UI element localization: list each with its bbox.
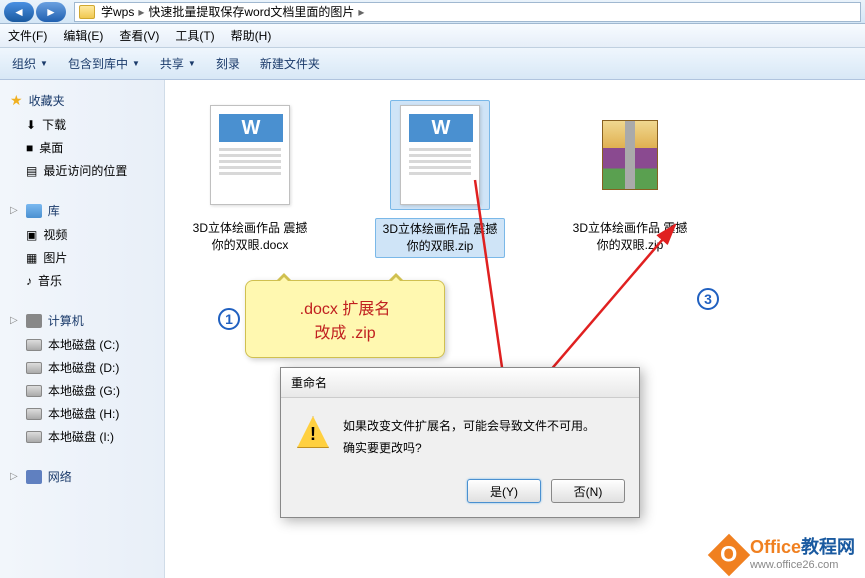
dialog-body: ! 如果改变文件扩展名，可能会导致文件不可用。 确实要更改吗? <box>281 398 639 471</box>
toolbar-burn[interactable]: 刻录 <box>216 55 240 72</box>
forward-button[interactable]: ► <box>36 2 66 22</box>
desktop-icon: ■ <box>26 141 33 155</box>
dialog-buttons: 是(Y) 否(N) <box>281 471 639 517</box>
file-item-zip[interactable]: 3D立体绘画作品 震撼你的双眼.zip <box>565 100 695 256</box>
sidebar-item-recent[interactable]: ▤最近访问的位置 <box>4 159 160 182</box>
breadcrumb-seg[interactable]: 学wps <box>101 3 134 20</box>
breadcrumb-seg[interactable]: 快速批量提取保存word文档里面的图片 <box>148 3 354 20</box>
callout-line2: 改成 .zip <box>262 319 428 343</box>
file-label[interactable]: 3D立体绘画作品 震撼你的双眼.zip <box>375 218 505 258</box>
sidebar-item-drive-i[interactable]: 本地磁盘 (I:) <box>4 425 160 448</box>
folder-icon <box>79 5 95 19</box>
menu-help[interactable]: 帮助(H) <box>231 27 272 44</box>
sidebar: ★收藏夹 ⬇下载 ■桌面 ▤最近访问的位置 ▷库 ▣视频 ▦图片 ♪音乐 ▷计算… <box>0 80 165 578</box>
nav-header-favorites[interactable]: ★收藏夹 <box>4 88 160 113</box>
sidebar-item-drive-c[interactable]: 本地磁盘 (C:) <box>4 333 160 356</box>
file-label: 3D立体绘画作品 震撼你的双眼.zip <box>565 218 695 256</box>
sidebar-item-drive-h[interactable]: 本地磁盘 (H:) <box>4 402 160 425</box>
file-item-docx[interactable]: W 3D立体绘画作品 震撼你的双眼.docx <box>185 100 315 256</box>
nav-header-libraries[interactable]: ▷库 <box>4 198 160 223</box>
file-item-zip-renaming[interactable]: W 3D立体绘画作品 震撼你的双眼.zip <box>375 100 505 258</box>
menubar: 文件(F) 编辑(E) 查看(V) 工具(T) 帮助(H) <box>0 24 865 48</box>
nav-header-computer[interactable]: ▷计算机 <box>4 308 160 333</box>
watermark-logo-icon: O <box>708 533 750 575</box>
nav-computer: ▷计算机 本地磁盘 (C:) 本地磁盘 (D:) 本地磁盘 (G:) 本地磁盘 … <box>4 308 160 448</box>
file-icon: W <box>390 100 490 210</box>
computer-icon <box>26 314 42 328</box>
watermark: O Office教程网 www.office26.com <box>714 537 855 572</box>
warning-icon: ! <box>297 416 329 448</box>
archive-icon <box>602 120 658 190</box>
nav-network: ▷网络 <box>4 464 160 489</box>
step-badge-3: 3 <box>697 288 719 310</box>
watermark-brand: Office教程网 <box>750 537 855 559</box>
breadcrumb: 学wps ▸ 快速批量提取保存word文档里面的图片 ▸ <box>101 3 364 20</box>
dialog-title: 重命名 <box>281 368 639 398</box>
menu-file[interactable]: 文件(F) <box>8 27 47 44</box>
toolbar: 组织▼ 包含到库中▼ 共享▼ 刻录 新建文件夹 <box>0 48 865 80</box>
docx-icon: W <box>210 105 290 205</box>
dialog-msg2: 确实要更改吗? <box>343 438 623 460</box>
dialog-msg1: 如果改变文件扩展名，可能会导致文件不可用。 <box>343 416 623 438</box>
file-icon: W <box>200 100 300 210</box>
address-bar[interactable]: 学wps ▸ 快速批量提取保存word文档里面的图片 ▸ <box>74 2 861 22</box>
file-icon <box>580 100 680 210</box>
yes-button[interactable]: 是(Y) <box>467 479 541 503</box>
video-icon: ▣ <box>26 228 37 242</box>
library-icon <box>26 204 42 218</box>
watermark-url: www.office26.com <box>750 559 855 572</box>
download-icon: ⬇ <box>26 118 36 132</box>
nav-libraries: ▷库 ▣视频 ▦图片 ♪音乐 <box>4 198 160 292</box>
breadcrumb-separator-icon: ▸ <box>138 5 144 19</box>
toolbar-include[interactable]: 包含到库中▼ <box>68 55 140 72</box>
dialog-text: 如果改变文件扩展名，可能会导致文件不可用。 确实要更改吗? <box>343 416 623 459</box>
recent-icon: ▤ <box>26 164 37 178</box>
toolbar-newfolder[interactable]: 新建文件夹 <box>260 55 320 72</box>
callout-annotation: .docx 扩展名 改成 .zip <box>245 280 445 358</box>
expand-icon: ▷ <box>10 205 18 216</box>
step-badge-1: 1 <box>218 308 240 330</box>
callout-line1: .docx 扩展名 <box>262 295 428 319</box>
expand-icon: ▷ <box>10 471 18 482</box>
sidebar-item-drive-d[interactable]: 本地磁盘 (D:) <box>4 356 160 379</box>
drive-icon <box>26 339 42 351</box>
menu-edit[interactable]: 编辑(E) <box>63 27 103 44</box>
chevron-down-icon: ▼ <box>188 59 196 68</box>
titlebar: ◄ ► 学wps ▸ 快速批量提取保存word文档里面的图片 ▸ <box>0 0 865 24</box>
sidebar-item-music[interactable]: ♪音乐 <box>4 269 160 292</box>
sidebar-item-downloads[interactable]: ⬇下载 <box>4 113 160 136</box>
drive-icon <box>26 431 42 443</box>
music-icon: ♪ <box>26 274 32 288</box>
file-label: 3D立体绘画作品 震撼你的双眼.docx <box>185 218 315 256</box>
toolbar-share[interactable]: 共享▼ <box>160 55 196 72</box>
picture-icon: ▦ <box>26 251 37 265</box>
expand-icon: ▷ <box>10 315 18 326</box>
back-button[interactable]: ◄ <box>4 2 34 22</box>
sidebar-item-videos[interactable]: ▣视频 <box>4 223 160 246</box>
nav-buttons: ◄ ► <box>4 2 66 22</box>
toolbar-organize[interactable]: 组织▼ <box>12 55 48 72</box>
docx-icon: W <box>400 105 480 205</box>
menu-view[interactable]: 查看(V) <box>119 27 159 44</box>
star-icon: ★ <box>10 92 23 109</box>
drive-icon <box>26 385 42 397</box>
chevron-down-icon: ▼ <box>132 59 140 68</box>
chevron-down-icon: ▼ <box>40 59 48 68</box>
breadcrumb-separator-icon: ▸ <box>358 5 364 19</box>
drive-icon <box>26 362 42 374</box>
sidebar-item-desktop[interactable]: ■桌面 <box>4 136 160 159</box>
sidebar-item-pictures[interactable]: ▦图片 <box>4 246 160 269</box>
network-icon <box>26 470 42 484</box>
drive-icon <box>26 408 42 420</box>
sidebar-item-drive-g[interactable]: 本地磁盘 (G:) <box>4 379 160 402</box>
nav-favorites: ★收藏夹 ⬇下载 ■桌面 ▤最近访问的位置 <box>4 88 160 182</box>
menu-tools[interactable]: 工具(T) <box>175 27 214 44</box>
rename-dialog: 重命名 ! 如果改变文件扩展名，可能会导致文件不可用。 确实要更改吗? 是(Y)… <box>280 367 640 518</box>
no-button[interactable]: 否(N) <box>551 479 625 503</box>
nav-header-network[interactable]: ▷网络 <box>4 464 160 489</box>
